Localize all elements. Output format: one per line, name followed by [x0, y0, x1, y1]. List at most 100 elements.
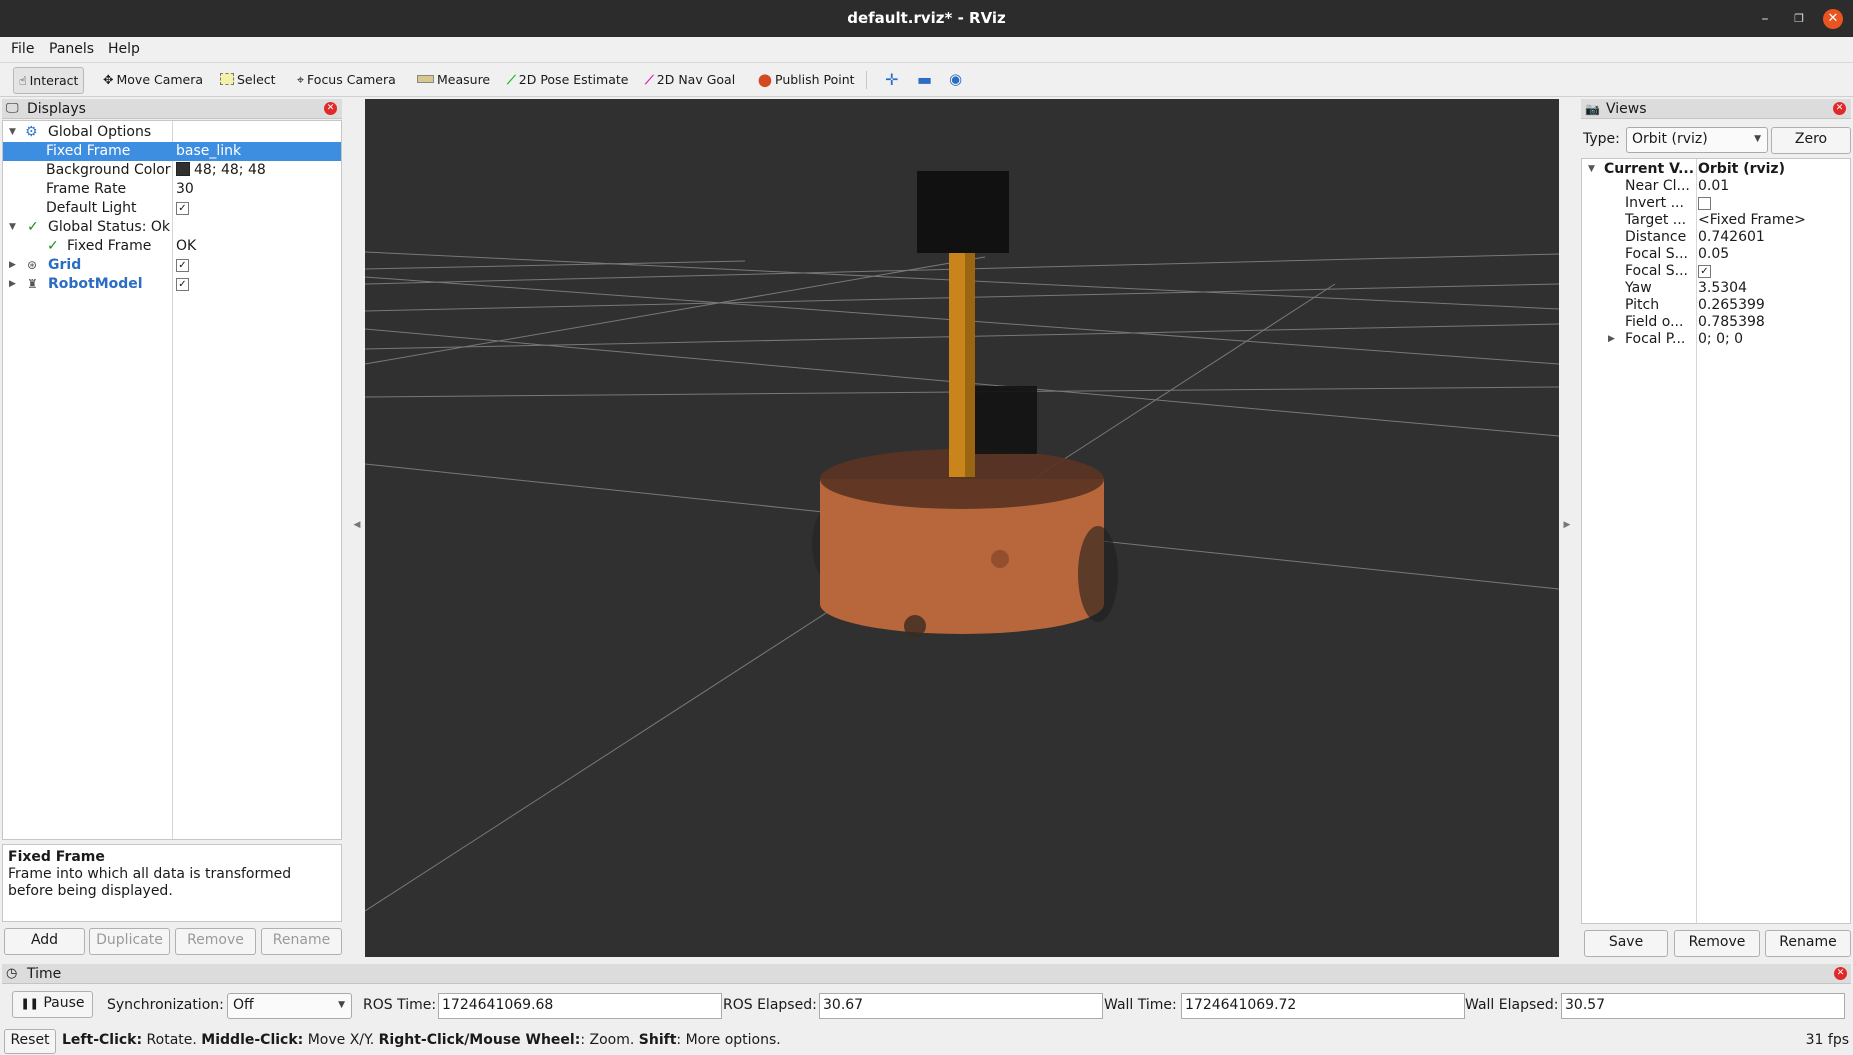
close-views-panel-icon[interactable]: ✕: [1833, 102, 1846, 115]
invert-z-checkbox[interactable]: [1698, 196, 1711, 210]
views-tree: ▼ Current V... Orbit (rviz) Near Cl... 0.…: [1581, 158, 1851, 924]
ros-time-field[interactable]: 1724641069.68: [438, 993, 722, 1019]
fixed-frame-value[interactable]: base_link: [176, 142, 241, 161]
expand-arrow-icon[interactable]: ▼: [9, 218, 16, 237]
synchronization-select[interactable]: Off ▼: [227, 993, 352, 1019]
grid-enabled-checkbox[interactable]: ✓: [176, 258, 189, 272]
expand-arrow-icon[interactable]: ▼: [1588, 161, 1595, 178]
menu-panels[interactable]: Panels: [49, 41, 94, 57]
chevron-down-icon: ▼: [1754, 134, 1761, 144]
rename-view-button[interactable]: Rename: [1765, 930, 1851, 957]
hand-pointer-icon: ☝: [19, 73, 27, 88]
menu-help[interactable]: Help: [108, 41, 140, 57]
right-wheel: [1078, 526, 1118, 622]
collapse-arrow-icon[interactable]: ▶: [9, 275, 16, 294]
tree-row-yaw[interactable]: Yaw 3.5304: [1582, 280, 1850, 297]
add-display-button[interactable]: Add: [4, 928, 85, 955]
close-time-panel-icon[interactable]: ✕: [1834, 967, 1847, 980]
caster-center: [991, 550, 1009, 568]
tree-row-invert-z[interactable]: Invert ...: [1582, 195, 1850, 212]
fps-counter: 31 fps: [1805, 1032, 1849, 1048]
default-light-checkbox[interactable]: ✓: [176, 201, 189, 215]
3d-viewport[interactable]: [365, 99, 1559, 957]
save-view-button[interactable]: Save: [1584, 930, 1668, 957]
tree-row-current-view[interactable]: ▼ Current V... Orbit (rviz): [1582, 161, 1850, 178]
tree-row-frame-rate[interactable]: Frame Rate 30: [3, 180, 341, 199]
tree-row-field-of-view[interactable]: Field o... 0.785398: [1582, 314, 1850, 331]
move-camera-tool-button[interactable]: ✥ Move Camera: [98, 67, 208, 92]
tree-row-grid[interactable]: ▶ ⊛ Grid ✓: [3, 256, 341, 275]
description-text: Frame into which all data is transformed…: [8, 866, 292, 899]
tree-row-global-options[interactable]: ▼ ⚙ Global Options: [3, 123, 341, 142]
displays-panel-title: Displays: [27, 101, 86, 117]
grid-icon: ⊛: [27, 258, 38, 272]
chevron-down-icon: ▼: [338, 1000, 345, 1010]
rename-display-button[interactable]: Rename: [261, 928, 342, 955]
2d-nav-goal-tool-button[interactable]: ⟋ 2D Nav Goal: [640, 67, 740, 92]
views-type-label: Type:: [1583, 131, 1620, 147]
publish-point-tool-button[interactable]: ⬤ Publish Point: [753, 67, 860, 92]
tree-row-status-fixed-frame[interactable]: ✓ Fixed Frame OK: [3, 237, 341, 256]
tree-row-fixed-frame[interactable]: Fixed Frame base_link: [3, 142, 341, 161]
maximize-icon[interactable]: ❐: [1789, 9, 1809, 29]
status-bar: Reset Left-Click: Rotate. Middle-Click: …: [0, 1027, 1853, 1055]
right-splitter-handle-icon[interactable]: ▶: [1560, 520, 1574, 530]
tree-row-pitch[interactable]: Pitch 0.265399: [1582, 297, 1850, 314]
reset-button[interactable]: Reset: [4, 1029, 56, 1054]
collapse-arrow-icon[interactable]: ▶: [9, 256, 16, 275]
robot-model-enabled-checkbox[interactable]: ✓: [176, 277, 189, 291]
background-color-value[interactable]: 48; 48; 48: [176, 161, 266, 180]
scene-render[interactable]: [365, 99, 1559, 957]
duplicate-display-button[interactable]: Duplicate: [89, 928, 170, 955]
monitor-icon: 🖵: [6, 101, 19, 116]
tree-row-target-frame[interactable]: Target ... <Fixed Frame>: [1582, 212, 1850, 229]
menu-file[interactable]: File: [11, 41, 34, 57]
focal-shape-fixed-checkbox[interactable]: ✓: [1698, 264, 1711, 278]
view-type-select[interactable]: Orbit (rviz) ▼: [1626, 127, 1768, 153]
left-splitter-handle-icon[interactable]: ◀: [350, 520, 364, 530]
tree-row-default-light[interactable]: Default Light ✓: [3, 199, 341, 218]
tree-row-focal-shape-fixed[interactable]: Focal S... ✓: [1582, 263, 1850, 280]
wall-elapsed-field[interactable]: 30.57: [1561, 993, 1845, 1019]
tree-row-background-color[interactable]: Background Color 48; 48; 48: [3, 161, 341, 180]
tree-row-near-clip[interactable]: Near Cl... 0.01: [1582, 178, 1850, 195]
frame-rate-value[interactable]: 30: [176, 180, 194, 199]
ros-elapsed-field[interactable]: 30.67: [819, 993, 1103, 1019]
views-panel-header: 📷 Views ✕: [1581, 99, 1851, 119]
2d-pose-estimate-tool-button[interactable]: ⟋ 2D Pose Estimate: [502, 67, 633, 92]
synchronization-label: Synchronization:: [107, 997, 224, 1013]
close-window-icon[interactable]: ✕: [1823, 9, 1843, 29]
interact-tool-button[interactable]: ☝ Interact: [13, 67, 85, 94]
magenta-arrow-icon: ⟋: [645, 72, 654, 87]
measure-tool-button[interactable]: Measure: [412, 67, 495, 92]
wall-elapsed-label: Wall Elapsed:: [1465, 997, 1559, 1013]
checkmark-icon: ✓: [47, 238, 59, 254]
tree-row-robot-model[interactable]: ▶ ♜ RobotModel ✓: [3, 275, 341, 294]
ros-time-label: ROS Time:: [363, 997, 437, 1013]
mast-pole-shade: [965, 249, 975, 477]
pause-button[interactable]: ❚❚ Pause: [12, 991, 93, 1018]
add-tool-icon[interactable]: ✛: [880, 67, 903, 92]
tree-row-global-status[interactable]: ▼ ✓ Global Status: Ok: [3, 218, 341, 237]
remove-display-button[interactable]: Remove: [175, 928, 256, 955]
tool-properties-eye-icon[interactable]: ◉: [944, 67, 967, 92]
lidar-box: [917, 171, 1009, 253]
tree-row-distance[interactable]: Distance 0.742601: [1582, 229, 1850, 246]
gear-icon: ⚙: [25, 124, 38, 140]
tree-row-focal-shape-size[interactable]: Focal S... 0.05: [1582, 246, 1850, 263]
zero-view-button[interactable]: Zero: [1771, 127, 1851, 154]
focus-camera-tool-button[interactable]: ⌖ Focus Camera: [292, 67, 401, 92]
expand-arrow-icon[interactable]: ▼: [9, 123, 16, 142]
collapse-arrow-icon[interactable]: ▶: [1608, 331, 1615, 348]
minimize-icon[interactable]: –: [1755, 9, 1775, 29]
select-tool-button[interactable]: Select: [215, 67, 281, 92]
remove-view-button[interactable]: Remove: [1674, 930, 1760, 957]
close-displays-panel-icon[interactable]: ✕: [324, 102, 337, 115]
views-panel-title: Views: [1606, 101, 1647, 117]
wall-time-field[interactable]: 1724641069.72: [1181, 993, 1465, 1019]
tree-row-focal-point[interactable]: ▶ Focal P... 0; 0; 0: [1582, 331, 1850, 348]
displays-tree: ▼ ⚙ Global Options Fixed Frame base_link…: [2, 120, 342, 840]
camera-icon: 📷: [1585, 102, 1600, 116]
remove-tool-icon[interactable]: ▬: [912, 67, 937, 92]
caster-front: [904, 615, 926, 637]
